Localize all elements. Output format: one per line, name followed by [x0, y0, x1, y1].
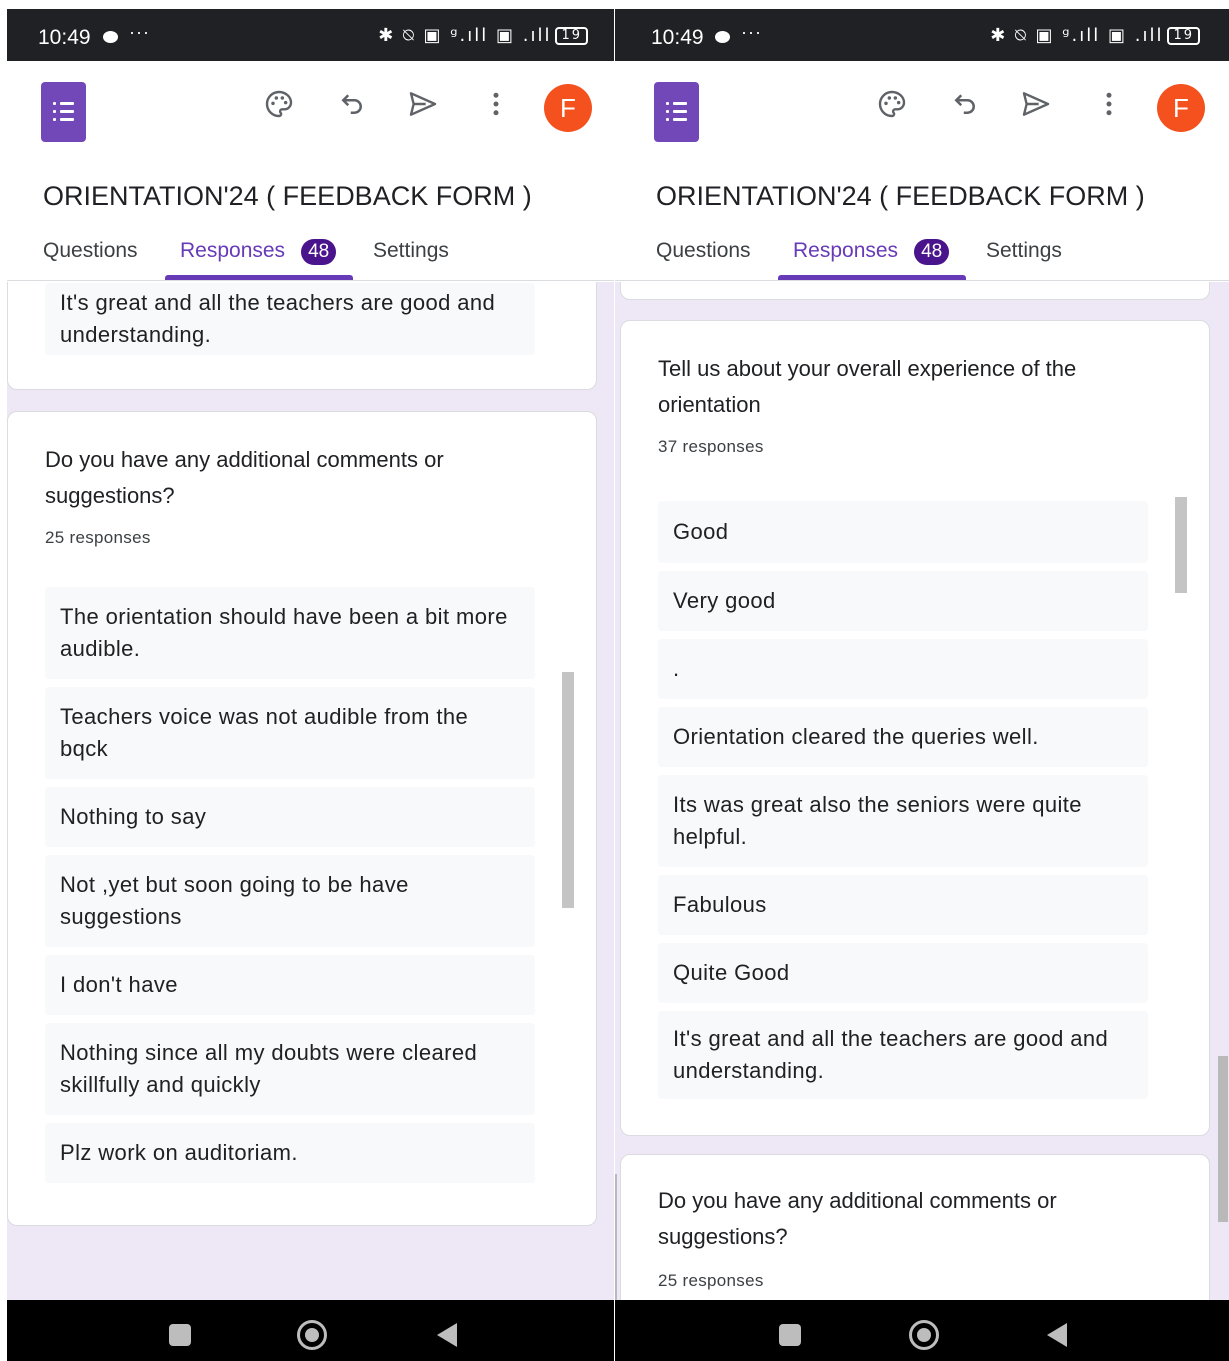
active-tab-indicator: [778, 275, 966, 280]
list-item: It's great and all the teachers are good…: [45, 283, 535, 355]
tab-settings-label: Settings: [986, 239, 1062, 262]
more-vert-icon[interactable]: [478, 86, 514, 122]
tab-settings[interactable]: Settings: [373, 239, 449, 263]
phone-right: 10:49 ··· ✱ ⍉ ▣ ᵍ.ıll ▣ .ıll 19 F ORIENTA…: [615, 0, 1229, 1361]
tab-responses-label: Responses: [180, 239, 286, 262]
tab-settings-label: Settings: [373, 239, 449, 262]
home-icon[interactable]: [297, 1320, 327, 1350]
list-item: Very good: [658, 571, 1148, 631]
list-item: Teachers voice was not audible from the …: [45, 687, 535, 779]
avatar[interactable]: F: [1157, 84, 1205, 132]
app-bar: F ORIENTATION'24 ( FEEDBACK FORM ) Quest…: [7, 61, 614, 281]
response-count: 25 responses: [658, 1271, 764, 1290]
home-icon[interactable]: [909, 1320, 939, 1350]
more-notifications-icon: ···: [129, 22, 150, 42]
forms-logo-icon[interactable]: [41, 82, 86, 142]
tab-responses-label: Responses: [793, 239, 899, 262]
undo-icon[interactable]: [947, 86, 983, 122]
battery-icon: 19: [1167, 27, 1200, 45]
list-item: Its was great also the seniors were quit…: [658, 775, 1148, 867]
list-item: Good: [658, 501, 1148, 563]
system-nav-bar: [7, 1300, 614, 1361]
status-time: 10:49: [651, 26, 704, 49]
recents-icon[interactable]: [779, 1324, 801, 1346]
active-tab-indicator: [165, 275, 353, 280]
back-icon[interactable]: [1047, 1323, 1067, 1347]
battery-icon: 19: [555, 27, 588, 45]
status-bar: 10:49 ··· ✱ ⍉ ▣ ᵍ.ıll ▣ .ıll 19: [615, 9, 1229, 61]
more-notifications-icon: ···: [741, 22, 762, 42]
tab-responses[interactable]: Responses 48: [180, 239, 337, 265]
forms-logo-icon[interactable]: [654, 82, 699, 142]
signal-icons: ✱ ⍉ ▣ ᵍ.ıll ▣ .ıll: [378, 25, 552, 46]
response-count: 37 responses: [658, 437, 764, 456]
tab-questions[interactable]: Questions: [43, 239, 138, 263]
response-card-partial: [620, 282, 1210, 300]
back-icon[interactable]: [437, 1323, 457, 1347]
undo-icon[interactable]: [334, 86, 370, 122]
responses-count-badge: 48: [914, 239, 950, 265]
list-item: The orientation should have been a bit m…: [45, 587, 535, 679]
responses-count-badge: 48: [301, 239, 337, 265]
chat-notification-icon: [715, 31, 730, 43]
send-icon[interactable]: [1018, 86, 1054, 122]
tab-questions-label: Questions: [43, 239, 138, 262]
list-item: Not ,yet but soon going to be have sugge…: [45, 855, 535, 947]
page-title: ORIENTATION'24 ( FEEDBACK FORM ): [43, 181, 532, 211]
page-scrollbar-left[interactable]: [615, 1174, 617, 1300]
recents-icon[interactable]: [169, 1324, 191, 1346]
tab-settings[interactable]: Settings: [986, 239, 1062, 263]
list-item: Orientation cleared the queries well.: [658, 707, 1148, 767]
palette-icon[interactable]: [261, 86, 297, 122]
palette-icon[interactable]: [874, 86, 910, 122]
more-vert-icon[interactable]: [1091, 86, 1127, 122]
list-item: Plz work on auditoriam.: [45, 1123, 535, 1183]
send-icon[interactable]: [405, 86, 441, 122]
app-bar: F ORIENTATION'24 ( FEEDBACK FORM ) Quest…: [615, 61, 1229, 281]
list-item: It's great and all the teachers are good…: [658, 1011, 1148, 1099]
list-item: Nothing since all my doubts were cleared…: [45, 1023, 535, 1115]
page-title: ORIENTATION'24 ( FEEDBACK FORM ): [656, 181, 1145, 211]
responses-list[interactable]: Tell us about your overall experience of…: [615, 282, 1229, 1300]
inner-scrollbar[interactable]: [1175, 497, 1187, 593]
inner-scrollbar[interactable]: [562, 672, 574, 908]
status-bar: 10:49 ··· ✱ ⍉ ▣ ᵍ.ıll ▣ .ıll 19: [7, 9, 614, 61]
list-item: I don't have: [45, 955, 535, 1015]
question-card: Do you have any additional comments or s…: [620, 1154, 1210, 1300]
list-item: Nothing to say: [45, 787, 535, 847]
signal-icons: ✱ ⍉ ▣ ᵍ.ıll ▣ .ıll: [990, 25, 1164, 46]
phone-left: 10:49 ··· ✱ ⍉ ▣ ᵍ.ıll ▣ .ıll 19 F ORIENTA…: [0, 0, 614, 1361]
list-item: Fabulous: [658, 875, 1148, 935]
question-title: Do you have any additional comments or s…: [45, 447, 444, 508]
question-card: Do you have any additional comments or s…: [7, 411, 597, 1226]
question-title: Do you have any additional comments or s…: [658, 1188, 1057, 1249]
status-time: 10:49: [38, 26, 91, 49]
tab-responses[interactable]: Responses 48: [793, 239, 950, 265]
page-scrollbar[interactable]: [1218, 1056, 1228, 1222]
responses-list[interactable]: It's great and all the teachers are good…: [7, 282, 614, 1300]
question-title: Tell us about your overall experience of…: [658, 356, 1077, 417]
system-icons: ✱ ⍉ ▣ ᵍ.ıll ▣ .ıll 19: [990, 25, 1200, 46]
chat-notification-icon: [103, 31, 118, 43]
question-card: Tell us about your overall experience of…: [620, 320, 1210, 1136]
tab-questions-label: Questions: [656, 239, 751, 262]
list-item: .: [658, 639, 1148, 699]
response-card-partial: It's great and all the teachers are good…: [7, 282, 597, 390]
avatar[interactable]: F: [544, 84, 592, 132]
list-item: Quite Good: [658, 943, 1148, 1003]
tab-questions[interactable]: Questions: [656, 239, 751, 263]
system-nav-bar: [615, 1300, 1229, 1361]
system-icons: ✱ ⍉ ▣ ᵍ.ıll ▣ .ıll 19: [378, 25, 588, 46]
response-count: 25 responses: [45, 528, 151, 547]
